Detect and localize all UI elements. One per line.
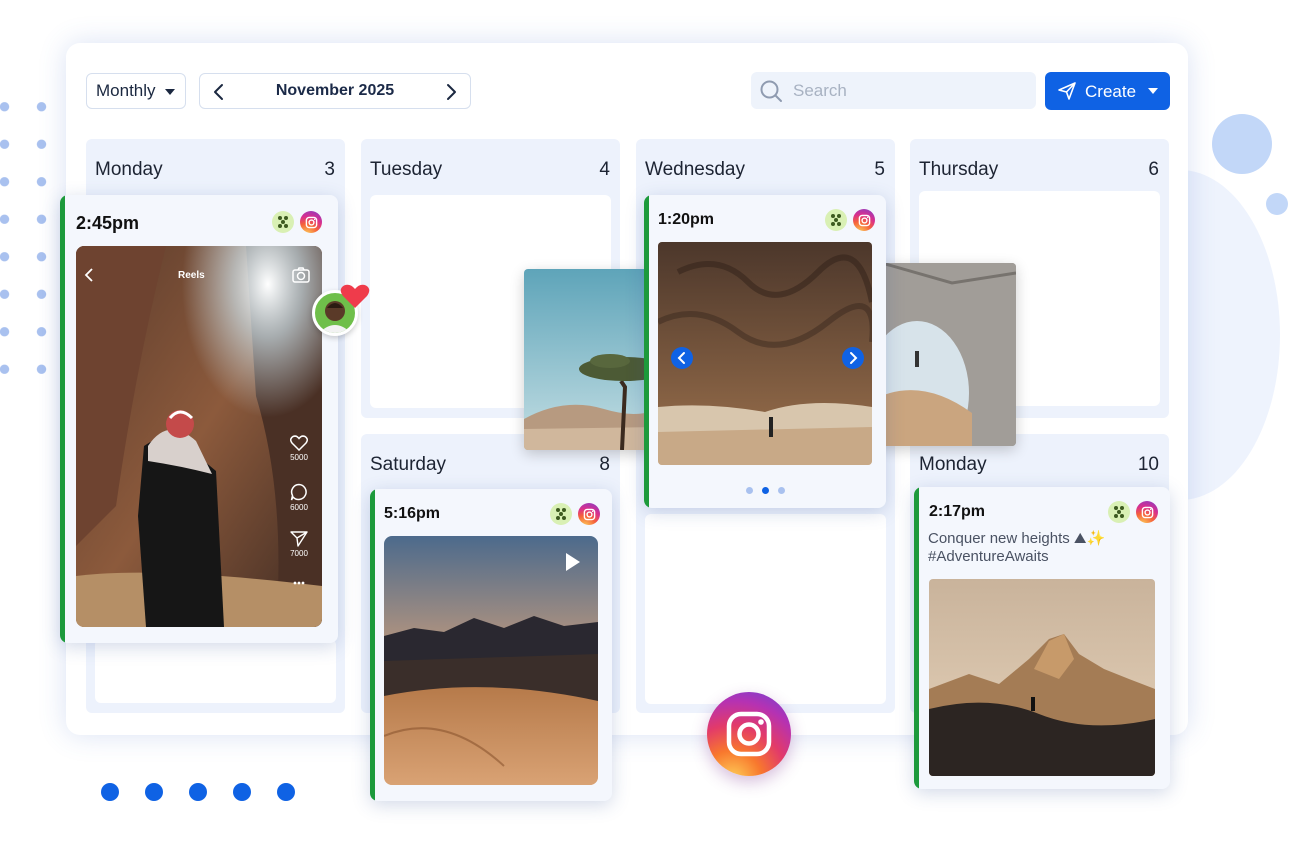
- caption-line: Conquer new heights ⛰✨: [928, 530, 1106, 547]
- post-time: 2:45pm: [76, 213, 140, 233]
- instagram-icon: [578, 503, 600, 525]
- decorative-dot: [101, 783, 119, 801]
- like-stat[interactable]: 5000: [286, 435, 312, 462]
- decorative-dot: [189, 783, 207, 801]
- post-card-reel[interactable]: 2:45pm Reels 5000 6000 7000: [60, 195, 338, 643]
- caret-down-icon[interactable]: [1148, 88, 1158, 94]
- create-button[interactable]: Create: [1045, 72, 1170, 110]
- stage: Monthly November 2025 Create Monday 3 Tu…: [0, 0, 1292, 845]
- chevron-left-icon[interactable]: [671, 347, 693, 369]
- network-icons: [825, 209, 875, 231]
- share-stat[interactable]: 7000: [286, 531, 312, 558]
- post-time: 2:17pm: [929, 503, 986, 520]
- search-icon: [760, 80, 782, 102]
- post-card-carousel[interactable]: 1:20pm: [644, 195, 886, 508]
- heart-icon: [340, 284, 370, 308]
- decorative-dot: [145, 783, 163, 801]
- instagram-icon: [853, 209, 875, 231]
- post-time: 1:20pm: [658, 211, 715, 228]
- instagram-icon: [707, 692, 791, 776]
- day-name: Wednesday: [645, 159, 745, 180]
- instagram-icon: [1136, 501, 1158, 523]
- comment-icon: [290, 483, 307, 501]
- share-count: 7000: [290, 549, 308, 558]
- caption-hashtag: #AdventureAwaits: [928, 548, 1049, 565]
- instagram-icon: [300, 211, 322, 233]
- day-name: Tuesday: [370, 159, 443, 180]
- day-number: 10: [1137, 454, 1159, 475]
- decorative-circle-large: [1212, 114, 1272, 174]
- post-card-caption[interactable]: 2:17pm Conquer new heights ⛰✨ #Adventure…: [914, 487, 1170, 789]
- network-icons: [1108, 501, 1158, 523]
- send-icon: [1058, 82, 1076, 100]
- search-input[interactable]: [793, 78, 1023, 103]
- decorative-dot: [233, 783, 251, 801]
- hive-icon: [272, 211, 294, 233]
- hive-icon: [1108, 501, 1130, 523]
- send-icon: [290, 531, 308, 547]
- post-caption: Conquer new heights ⛰✨ #AdventureAwaits: [928, 530, 1105, 566]
- day-name: Thursday: [919, 159, 999, 180]
- carousel-pager: [746, 487, 785, 494]
- decorative-circle-small: [1266, 193, 1288, 215]
- network-icons: [272, 211, 322, 233]
- reel-header-label: Reels: [178, 270, 205, 281]
- create-label: Create: [1085, 82, 1137, 101]
- day-name: Monday: [919, 454, 987, 475]
- decorative-dot: [277, 783, 295, 801]
- heart-icon: [289, 435, 309, 452]
- day-number: 5: [874, 159, 885, 180]
- current-month-label: November 2025: [275, 82, 395, 99]
- pager-dot[interactable]: [778, 487, 785, 494]
- post-image[interactable]: [929, 579, 1155, 776]
- chevron-right-icon[interactable]: [440, 81, 462, 103]
- comment-stat[interactable]: 6000: [286, 483, 312, 512]
- day-number: 6: [1148, 159, 1159, 180]
- more-icon[interactable]: [293, 581, 305, 585]
- day-name: Monday: [95, 159, 163, 180]
- empty-slot[interactable]: [645, 514, 886, 704]
- hive-icon: [550, 503, 572, 525]
- day-name: Saturday: [370, 454, 447, 475]
- search-box: [751, 72, 1036, 109]
- day-number: 8: [599, 454, 610, 475]
- post-time: 5:16pm: [384, 505, 441, 522]
- chevron-left-icon[interactable]: [84, 268, 94, 282]
- carousel-image-prev[interactable]: [524, 269, 664, 450]
- play-icon[interactable]: [565, 552, 581, 572]
- hive-icon: [825, 209, 847, 231]
- video-thumbnail[interactable]: [384, 536, 598, 785]
- comment-count: 6000: [290, 503, 308, 512]
- day-number: 3: [324, 159, 335, 180]
- pager-dot-active[interactable]: [762, 487, 769, 494]
- post-card-video[interactable]: 5:16pm: [370, 489, 612, 801]
- decorative-dot-grid: [0, 96, 50, 376]
- date-navigator: November 2025: [199, 73, 471, 109]
- day-number: 4: [599, 159, 610, 180]
- caret-down-icon: [165, 89, 175, 95]
- network-icons: [550, 503, 600, 525]
- chevron-right-icon[interactable]: [842, 347, 864, 369]
- empty-slot[interactable]: [95, 639, 336, 703]
- camera-icon[interactable]: [292, 267, 310, 283]
- like-count: 5000: [290, 453, 308, 462]
- view-mode-select[interactable]: Monthly: [86, 73, 186, 109]
- pager-dot[interactable]: [746, 487, 753, 494]
- view-mode-label: Monthly: [96, 81, 156, 100]
